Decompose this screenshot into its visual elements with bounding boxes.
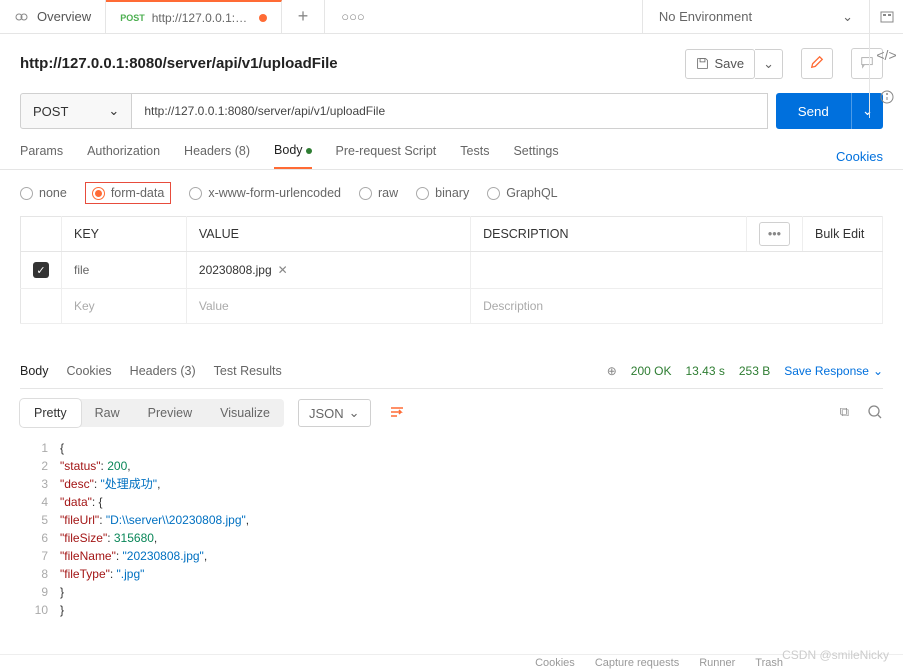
search-response-button[interactable] <box>867 404 883 423</box>
status-code: 200 OK <box>631 364 672 378</box>
overview-icon <box>14 9 30 25</box>
tab-settings[interactable]: Settings <box>513 144 558 168</box>
save-response-button[interactable]: Save Response ⌄ <box>784 364 883 378</box>
resp-tab-testresults[interactable]: Test Results <box>214 364 282 378</box>
method-selector[interactable]: POST ⌄ <box>20 93 132 129</box>
tab-prerequest[interactable]: Pre-request Script <box>336 144 437 168</box>
code-panel-button[interactable]: </> <box>870 34 903 76</box>
remove-file-button[interactable]: ✕ <box>278 263 288 277</box>
view-preview[interactable]: Preview <box>134 399 206 427</box>
key-header: KEY <box>62 217 187 252</box>
response-size: 253 B <box>739 364 770 378</box>
unsaved-indicator <box>259 14 267 22</box>
edit-button[interactable] <box>801 48 833 79</box>
url-input[interactable] <box>132 93 767 129</box>
resp-tab-cookies[interactable]: Cookies <box>67 364 112 378</box>
tab-params[interactable]: Params <box>20 144 63 168</box>
key-cell[interactable]: file <box>62 252 187 289</box>
watermark: CSDN @smileNicky <box>782 648 889 662</box>
tab-method-badge: POST <box>120 13 145 23</box>
tab-overflow-button[interactable]: ○○○ <box>325 9 381 24</box>
new-tab-button[interactable]: + <box>282 0 326 33</box>
save-icon <box>696 57 709 70</box>
body-type-graphql[interactable]: GraphQL <box>487 186 557 200</box>
tab-authorization[interactable]: Authorization <box>87 144 160 168</box>
copy-button[interactable]: ⧉ <box>840 404 849 423</box>
resp-tab-headers[interactable]: Headers (3) <box>130 364 196 378</box>
form-data-table: KEY VALUE DESCRIPTION ••• Bulk Edit ✓ fi… <box>20 216 883 324</box>
value-placeholder[interactable]: Value <box>186 289 470 324</box>
view-raw[interactable]: Raw <box>81 399 134 427</box>
environment-selector[interactable]: No Environment ⌄ <box>642 0 869 33</box>
body-type-binary[interactable]: binary <box>416 186 469 200</box>
footer-runner[interactable]: Runner <box>699 657 735 669</box>
tab-tests[interactable]: Tests <box>460 144 489 168</box>
value-header: VALUE <box>186 217 470 252</box>
footer-capture[interactable]: Capture requests <box>595 657 679 669</box>
value-cell[interactable]: 20230808.jpg✕ <box>186 252 470 289</box>
resp-tab-body[interactable]: Body <box>20 364 49 378</box>
body-type-xwww[interactable]: x-www-form-urlencoded <box>189 186 341 200</box>
body-type-none[interactable]: none <box>20 186 67 200</box>
format-selector[interactable]: JSON ⌄ <box>298 399 371 427</box>
save-options-button[interactable]: ⌄ <box>755 49 783 79</box>
desc-placeholder[interactable]: Description <box>471 289 883 324</box>
cookies-link[interactable]: Cookies <box>836 149 883 164</box>
pencil-icon <box>810 55 824 69</box>
save-label: Save <box>714 56 744 71</box>
view-pretty[interactable]: Pretty <box>20 399 81 427</box>
tab-url-preview: http://127.0.0.1:8080/s <box>152 11 252 25</box>
footer-trash[interactable]: Trash <box>755 657 783 669</box>
footer-cookies[interactable]: Cookies <box>535 657 575 669</box>
tab-headers[interactable]: Headers (8) <box>184 144 250 168</box>
view-visualize[interactable]: Visualize <box>206 399 284 427</box>
body-type-raw[interactable]: raw <box>359 186 398 200</box>
tab-body[interactable]: Body <box>274 143 312 169</box>
chevron-down-icon: ⌄ <box>842 9 853 25</box>
active-request-tab[interactable]: POST http://127.0.0.1:8080/s <box>106 0 282 33</box>
response-time: 13.43 s <box>685 364 724 378</box>
key-placeholder[interactable]: Key <box>62 289 187 324</box>
response-body-code[interactable]: 12345678910 { "status": 200, "desc": "处理… <box>20 439 883 619</box>
body-type-formdata[interactable]: form-data <box>85 182 172 204</box>
send-button[interactable]: Send <box>776 93 851 129</box>
overview-label: Overview <box>37 9 91 24</box>
column-options-button[interactable]: ••• <box>759 222 790 246</box>
desc-header: DESCRIPTION <box>471 217 747 252</box>
method-value: POST <box>33 104 68 119</box>
overview-tab[interactable]: Overview <box>0 0 106 33</box>
wrap-lines-button[interactable] <box>381 400 413 427</box>
chevron-down-icon: ⌄ <box>108 103 119 119</box>
save-button[interactable]: Save <box>685 49 755 79</box>
network-icon[interactable]: ⊕ <box>607 364 617 378</box>
environment-label: No Environment <box>659 9 752 24</box>
info-panel-button[interactable] <box>870 76 903 118</box>
env-quicklook-button[interactable] <box>869 0 903 33</box>
table-new-row[interactable]: Key Value Description <box>21 289 883 324</box>
bulk-edit-button[interactable]: Bulk Edit <box>815 227 864 241</box>
row-checkbox[interactable]: ✓ <box>33 262 49 278</box>
table-row[interactable]: ✓ file 20230808.jpg✕ <box>21 252 883 289</box>
request-title: http://127.0.0.1:8080/server/api/v1/uplo… <box>20 55 673 72</box>
